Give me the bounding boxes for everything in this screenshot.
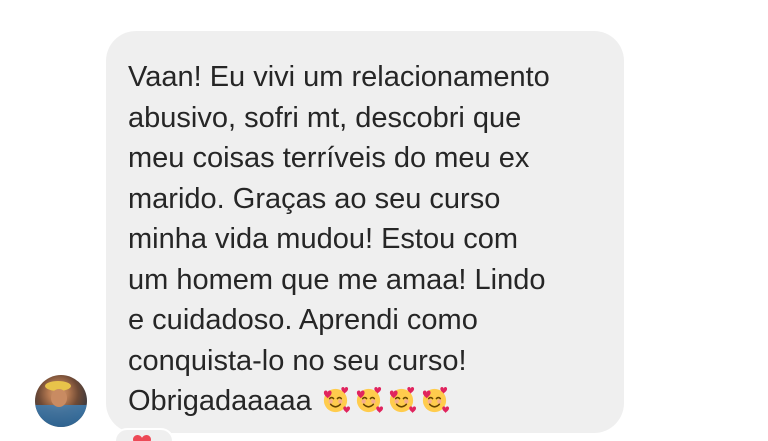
- message-line: meu coisas terríveis do meu ex: [128, 142, 530, 174]
- smiling-face-with-hearts-icon: [323, 387, 350, 414]
- message-line-last: Obrigadaaaaa: [128, 381, 604, 422]
- message-line: e cuidadoso. Aprendi como: [128, 304, 478, 336]
- smiling-face-with-hearts-icon: [422, 387, 449, 414]
- message-line: Vaan! Eu vivi um relacionamento: [128, 61, 550, 93]
- message-line: abusivo, sofri mt, descobri que: [128, 101, 522, 134]
- message-line: marido. Graças ao seu curso: [128, 182, 501, 215]
- smiling-face-with-hearts-icon: [389, 387, 416, 414]
- message-line-text: Obrigadaaaaa: [128, 385, 312, 417]
- message-bubble[interactable]: Vaan! Eu vivi um relacionamento abusivo,…: [106, 31, 624, 433]
- chat-screen: Vaan! Eu vivi um relacionamento abusivo,…: [0, 0, 768, 441]
- avatar-photo-water: [35, 405, 87, 427]
- heart-icon[interactable]: [132, 434, 152, 441]
- smiling-face-with-hearts-icon: [356, 387, 383, 414]
- message-text: Vaan! Eu vivi um relacionamento abusivo,…: [128, 57, 604, 422]
- message-line: um homem que me amaa! Lindo: [128, 263, 546, 296]
- avatar[interactable]: [35, 375, 87, 427]
- message-line: conquista-lo no seu curso!: [128, 344, 467, 377]
- emoji-row: [320, 384, 450, 415]
- message-line: minha vida mudou! Estou com: [128, 223, 519, 255]
- avatar-photo-face: [51, 389, 67, 407]
